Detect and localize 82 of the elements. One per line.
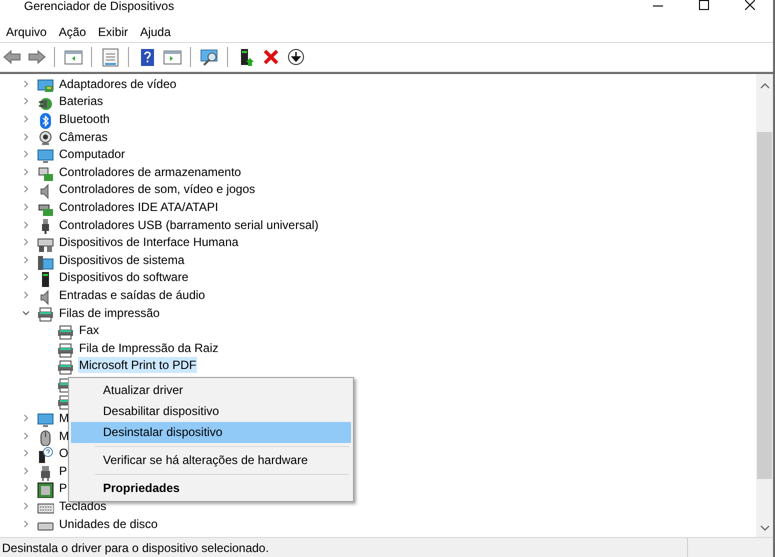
monitor-icon [37,412,54,428]
tree-item[interactable]: M [58,428,70,444]
tree-item[interactable]: Teclados [58,498,108,514]
tree-item[interactable]: Dispositivos de Interface Humana [58,234,240,250]
bluetooth-icon [37,112,54,129]
status-text: Desinstala o driver para o dispositivo selecionado. [2,540,270,556]
battery-plug-icon [37,95,54,112]
display-card-icon [37,78,54,94]
window-panel-icon[interactable] [64,48,82,66]
collapsed-chevron-icon[interactable] [22,484,30,492]
tree-item[interactable]: Controladores de som, vídeo e jogos [58,181,256,198]
tree-item[interactable]: O [58,445,70,462]
menu-item[interactable]: Desinstalar dispositivo [71,422,351,443]
tree-item[interactable]: Dispositivos de sistema [58,252,186,268]
collapsed-chevron-icon[interactable] [22,449,30,458]
collapsed-chevron-icon[interactable] [22,273,30,282]
remove-x-icon[interactable] [262,48,280,66]
monitor-icon [37,148,54,164]
collapsed-chevron-icon[interactable] [22,466,30,475]
collapsed-chevron-icon[interactable] [22,80,30,88]
collapsed-chevron-icon[interactable] [22,220,30,229]
collapsed-chevron-icon[interactable] [22,97,30,106]
tree-item[interactable]: Fila de Impressão da Raiz [78,340,220,356]
menu-item[interactable]: Ajuda [134,24,177,40]
tree-item[interactable]: Fax [78,322,100,338]
menu-item[interactable]: Arquivo [0,24,53,40]
collapsed-chevron-icon[interactable] [22,238,30,246]
tree-item[interactable]: Adaptadores de vídeo [58,76,178,92]
window-panel-icon[interactable] [162,48,182,66]
tree-item[interactable]: Câmeras [58,128,109,145]
collapsed-chevron-icon[interactable] [22,502,30,510]
maximize-icon[interactable] [699,0,709,10]
menu-item[interactable]: Exibir [92,24,134,40]
menu-item[interactable]: Verificar se há alterações de hardware [71,450,351,471]
tree-item[interactable]: Computador [58,146,126,162]
expanded-chevron-icon[interactable] [22,308,30,317]
keyboard-mouse-icon [37,236,54,252]
collapsed-chevron-icon[interactable] [22,114,30,123]
printer-icon [57,342,74,358]
tree-item[interactable]: Controladores USB (barramento serial universal) [58,216,320,233]
collapsed-chevron-icon[interactable] [22,414,30,422]
printer-icon [57,359,74,376]
printer-icon [37,306,54,322]
collapsed-chevron-icon[interactable] [22,290,30,299]
window-title: Gerenciador de Dispositivos [23,0,174,13]
tree-item[interactable]: Entradas e saídas de áudio [58,286,206,303]
tree-item[interactable]: Bluetooth [58,110,111,127]
tree-item[interactable]: P [58,462,68,479]
collapsed-chevron-icon[interactable] [22,520,30,528]
tree-item[interactable]: Dispositivos do software [58,269,190,286]
collapsed-chevron-icon[interactable] [22,256,30,264]
processor-chip-icon [37,482,54,498]
collapsed-chevron-icon[interactable] [22,185,30,194]
collapsed-chevron-icon[interactable] [22,432,30,440]
collapsed-chevron-icon[interactable] [22,202,30,211]
forward-arrow-icon[interactable] [26,48,46,66]
tree-item[interactable]: Filas de impressão [58,304,161,321]
tree-item[interactable]: Controladores IDE ATA/ATAPI [58,198,220,215]
unknown-device-icon [37,447,54,464]
menu-item[interactable]: Propriedades [71,478,351,499]
tree-item[interactable]: Microsoft Print to PDF [78,357,198,374]
system-board-icon [37,254,54,270]
collapsed-chevron-icon[interactable] [22,168,30,176]
menu-item[interactable]: Atualizar driver [71,380,351,401]
collapsed-chevron-icon[interactable] [22,132,30,141]
webcam-icon [37,130,54,146]
collapsed-chevron-icon[interactable] [22,150,30,158]
properties-sheet-icon[interactable] [100,48,120,66]
menu-item[interactable]: Ação [52,24,92,40]
tree-item[interactable]: Baterias [58,93,104,110]
tree-item[interactable]: Unidades de disco [58,516,159,532]
tree-item[interactable]: P [58,480,68,496]
back-arrow-icon[interactable] [2,48,20,66]
storage-controller-icon [37,166,54,182]
scan-monitor-icon[interactable] [200,48,218,66]
close-icon[interactable] [745,0,755,10]
scroll-up-icon[interactable] [760,82,770,90]
tree-item[interactable]: Controladores de armazenamento [58,164,242,180]
scroll-down-icon[interactable] [760,524,770,532]
tree-item[interactable]: M [58,410,70,426]
printer-icon [57,324,74,340]
menu-item[interactable]: Desabilitar dispositivo [71,401,351,422]
